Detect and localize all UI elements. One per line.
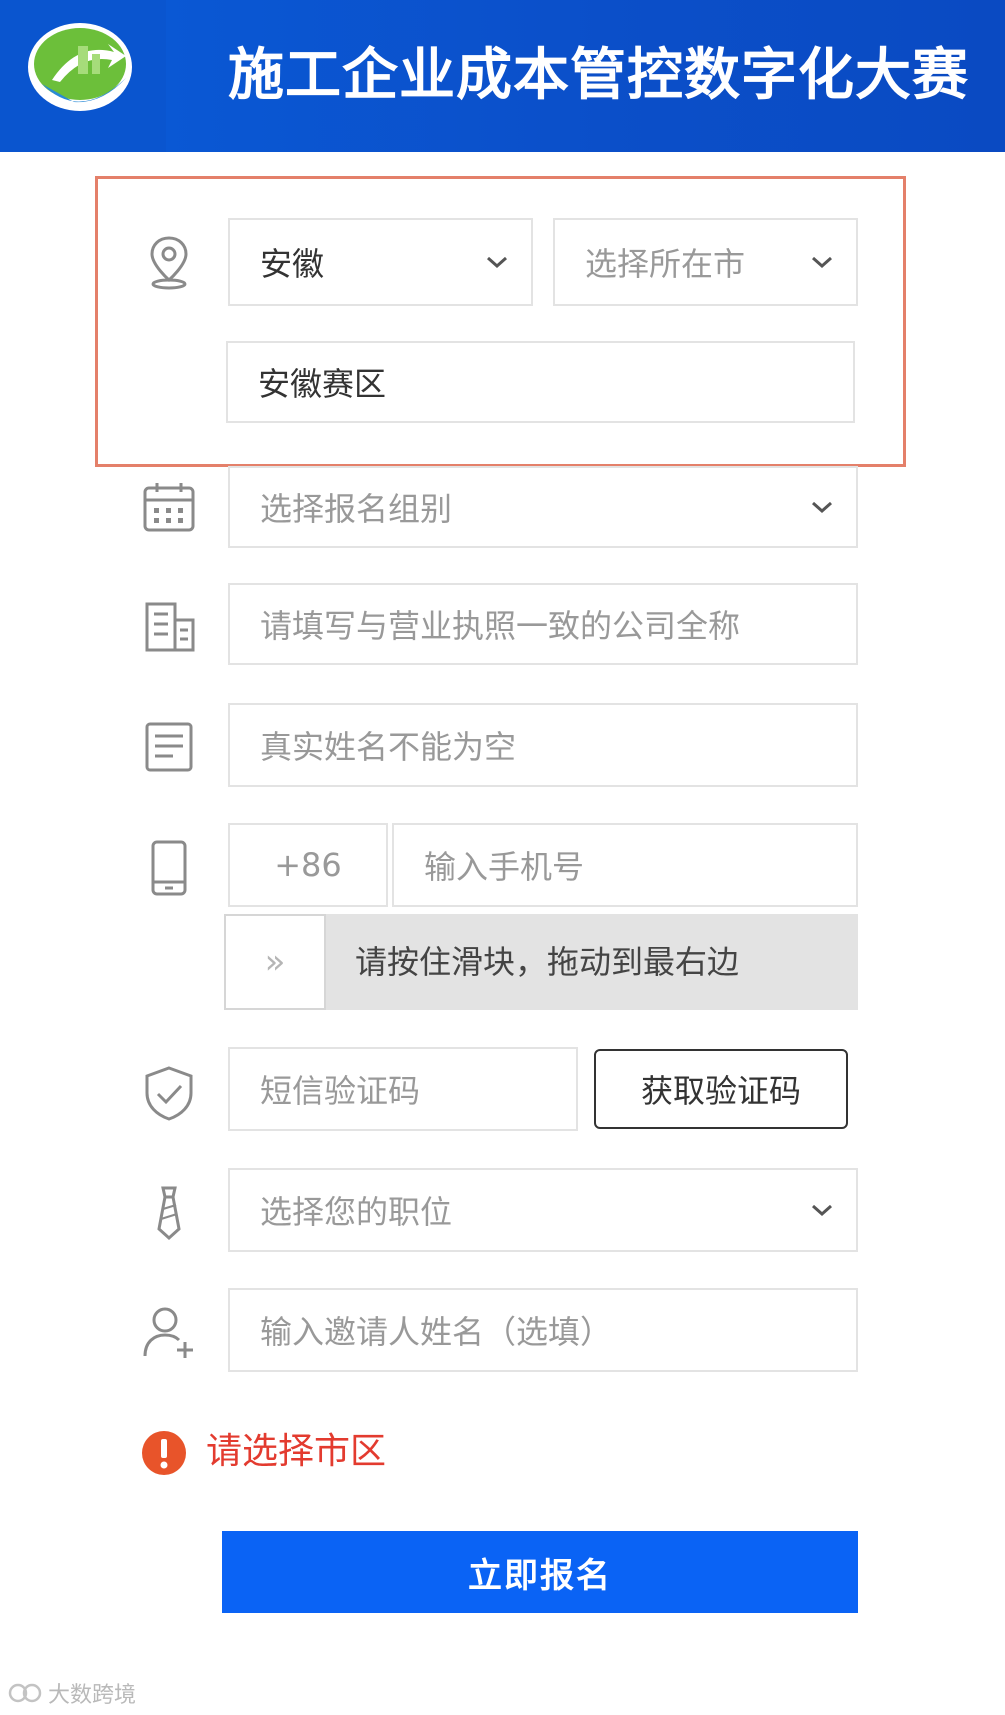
sms-code-input[interactable]: 短信验证码 xyxy=(228,1047,578,1131)
phone-input[interactable]: 输入手机号 xyxy=(392,823,858,907)
slider-instruction: 请按住滑块，拖动到最右边 xyxy=(355,943,740,981)
watermark: 大数跨境 xyxy=(8,1677,136,1709)
chevron-down-icon xyxy=(812,256,832,269)
slider-handle[interactable]: » xyxy=(224,914,326,1010)
company-placeholder: 请填写与营业执照一致的公司全称 xyxy=(260,607,741,645)
city-placeholder: 选择所在市 xyxy=(585,245,746,283)
watermark-logo-icon xyxy=(8,1683,42,1703)
division-field[interactable]: 安徽赛区 xyxy=(226,341,855,423)
double-chevron-right-icon: » xyxy=(264,942,286,982)
real-name-input[interactable]: 真实姓名不能为空 xyxy=(228,703,858,787)
country-code: +86 xyxy=(274,846,342,884)
building-icon xyxy=(145,602,195,652)
phone-placeholder: 输入手机号 xyxy=(424,848,585,886)
calendar-icon xyxy=(143,483,195,532)
error-message: 请选择市区 xyxy=(206,1431,387,1472)
logo-icon xyxy=(28,23,132,111)
tie-icon xyxy=(157,1186,181,1241)
position-select[interactable]: 选择您的职位 xyxy=(228,1168,858,1252)
chevron-down-icon xyxy=(487,256,507,269)
company-name-input[interactable]: 请填写与营业执照一致的公司全称 xyxy=(228,583,858,665)
sms-placeholder: 短信验证码 xyxy=(260,1072,421,1110)
chevron-down-icon xyxy=(812,1204,832,1217)
inviter-placeholder: 输入邀请人姓名（选填） xyxy=(260,1313,613,1351)
province-select[interactable]: 安徽 xyxy=(228,218,533,306)
page-title: 施工企业成本管控数字化大赛 xyxy=(228,43,969,108)
group-placeholder: 选择报名组别 xyxy=(260,490,453,528)
shield-check-icon xyxy=(145,1066,193,1121)
division-value: 安徽赛区 xyxy=(258,365,387,403)
header-banner: 施工企业成本管控数字化大赛 xyxy=(0,0,1005,152)
inviter-name-input[interactable]: 输入邀请人姓名（选填） xyxy=(228,1288,858,1372)
group-select[interactable]: 选择报名组别 xyxy=(228,466,858,548)
name-placeholder: 真实姓名不能为空 xyxy=(260,728,517,766)
watermark-text: 大数跨境 xyxy=(48,1683,137,1708)
city-select[interactable]: 选择所在市 xyxy=(553,218,858,306)
position-placeholder: 选择您的职位 xyxy=(260,1193,453,1231)
add-user-icon xyxy=(143,1307,193,1358)
country-code-select[interactable]: +86 xyxy=(228,823,388,907)
error-icon xyxy=(142,1431,186,1475)
province-value: 安徽 xyxy=(260,245,325,283)
mobile-phone-icon xyxy=(151,840,187,896)
location-pin-icon xyxy=(150,236,188,290)
get-code-button[interactable]: 获取验证码 xyxy=(594,1049,848,1129)
document-icon xyxy=(145,722,193,772)
submit-button[interactable]: 立即报名 xyxy=(222,1531,858,1613)
chevron-down-icon xyxy=(812,501,832,514)
